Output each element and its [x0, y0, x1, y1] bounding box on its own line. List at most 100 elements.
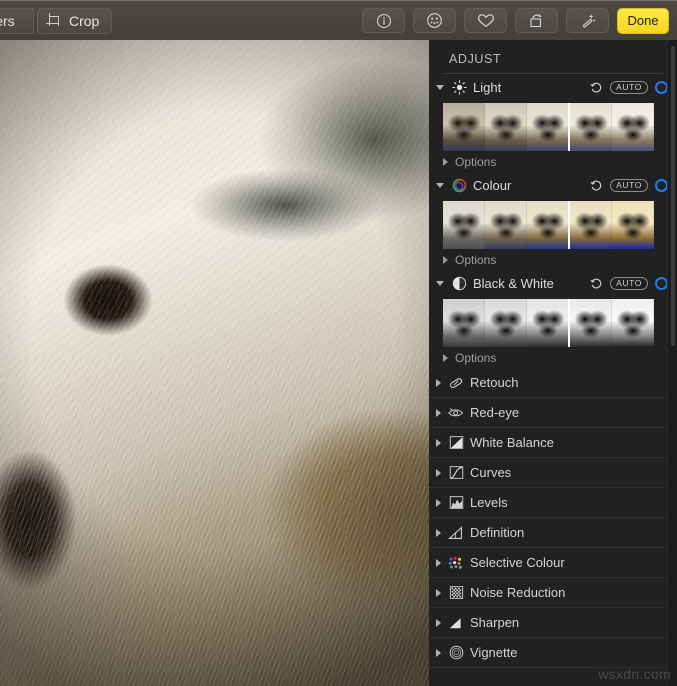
disclosure-triangle-icon[interactable]: [436, 378, 441, 387]
reset-light-button[interactable]: [589, 80, 603, 94]
info-circle-icon: [376, 13, 391, 28]
colour-thumbnail[interactable]: [526, 201, 569, 249]
auto-badge-colour[interactable]: AUTO: [610, 178, 648, 192]
filters-button[interactable]: ters: [0, 7, 34, 34]
section-header-definition[interactable]: Definition: [429, 518, 665, 548]
section-label-light: Light: [473, 79, 502, 95]
done-button[interactable]: Done: [617, 7, 669, 34]
bw-thumbnail[interactable]: [570, 299, 613, 347]
colour-thumbnail[interactable]: [443, 201, 485, 249]
selective-colour-dots-icon: [448, 555, 464, 571]
panel-scrollbar[interactable]: [667, 40, 677, 686]
colour-thumbnail[interactable]: [484, 201, 527, 249]
disclosure-triangle-icon[interactable]: [436, 618, 441, 627]
disclosure-triangle-icon[interactable]: [436, 648, 441, 657]
auto-badge-light[interactable]: AUTO: [610, 80, 648, 94]
colour-thumbnail-strip[interactable]: [443, 201, 654, 249]
levels-icon: [448, 495, 464, 511]
light-thumbnail[interactable]: [526, 103, 569, 151]
section-label-red-eye: Red-eye: [470, 405, 520, 420]
noise-grid-icon: [448, 585, 464, 601]
disclosure-triangle-icon[interactable]: [443, 158, 448, 166]
section-header-light[interactable]: Light AUTO: [429, 74, 677, 100]
section-label-black-and-white: Black & White: [473, 275, 554, 291]
light-thumbnail[interactable]: [570, 103, 613, 151]
section-header-colour[interactable]: Colour AUTO: [429, 172, 677, 198]
faces-circle-icon: [427, 13, 442, 28]
colour-thumbnail[interactable]: [570, 201, 613, 249]
section-header-red-eye[interactable]: Red-eye: [429, 398, 665, 428]
disclosure-triangle-icon[interactable]: [443, 256, 448, 264]
disclosure-triangle-icon[interactable]: [436, 182, 444, 188]
curves-icon: [448, 465, 464, 481]
black-and-white-options-toggle[interactable]: Options: [429, 347, 677, 368]
light-thumbnail[interactable]: [484, 103, 527, 151]
toolbar-left-group: ters Crop: [0, 7, 113, 35]
bw-thumbnail[interactable]: [443, 299, 485, 347]
section-header-levels[interactable]: Levels: [429, 488, 665, 518]
disclosure-triangle-icon[interactable]: [443, 354, 448, 362]
crop-label: Crop: [69, 12, 100, 29]
panel-scrollbar-thumb[interactable]: [671, 46, 675, 346]
light-thumbnail[interactable]: [612, 103, 654, 151]
enhance-button[interactable]: [566, 8, 609, 33]
heart-icon: [477, 14, 494, 27]
section-header-curves[interactable]: Curves: [429, 458, 665, 488]
photo-vignette: [0, 40, 429, 686]
colour-thumbnail[interactable]: [612, 201, 654, 249]
half-circle-contrast-icon: [451, 275, 467, 291]
disclosure-triangle-icon[interactable]: [436, 84, 444, 90]
bandage-icon: [448, 375, 464, 391]
colour-options-label: Options: [455, 253, 497, 267]
section-label-vignette: Vignette: [470, 645, 518, 660]
sharpen-triangle-icon: [448, 615, 464, 631]
disclosure-triangle-icon[interactable]: [436, 438, 441, 447]
filters-label: ters: [0, 12, 15, 29]
section-header-white-balance[interactable]: White Balance: [429, 428, 665, 458]
reset-colour-button[interactable]: [589, 178, 603, 192]
disclosure-triangle-icon[interactable]: [436, 528, 441, 537]
disclosure-triangle-icon[interactable]: [436, 588, 441, 597]
bw-thumbnail[interactable]: [612, 299, 654, 347]
disclosure-triangle-icon[interactable]: [436, 408, 441, 417]
rotate-counterclockwise-icon: [529, 14, 542, 28]
disclosure-triangle-icon[interactable]: [436, 468, 441, 477]
eye-icon: [448, 405, 464, 421]
bw-thumbnail[interactable]: [526, 299, 569, 347]
reset-black-and-white-button[interactable]: [589, 276, 603, 290]
section-label-curves: Curves: [470, 465, 512, 480]
black-and-white-options-label: Options: [455, 351, 497, 365]
toolbar-right-group: Done: [362, 7, 677, 34]
section-controls-black-and-white: AUTO: [589, 276, 677, 290]
light-thumbnail[interactable]: [443, 103, 485, 151]
disclosure-triangle-icon[interactable]: [436, 498, 441, 507]
crop-button[interactable]: Crop: [37, 7, 113, 34]
section-header-sharpen[interactable]: Sharpen: [429, 608, 665, 638]
bw-thumbnail[interactable]: [484, 299, 527, 347]
adjust-panel: ADJUST Light AUTO Options Colour AUTO Op…: [429, 40, 677, 686]
photo-canvas[interactable]: [0, 40, 429, 686]
black-and-white-thumbnail-strip[interactable]: [443, 299, 654, 347]
photo-editor-window: ters Crop: [0, 0, 677, 686]
light-options-toggle[interactable]: Options: [429, 151, 677, 172]
colour-options-toggle[interactable]: Options: [429, 249, 677, 270]
favorite-button[interactable]: [464, 8, 507, 33]
auto-badge-black-and-white[interactable]: AUTO: [610, 276, 648, 290]
section-header-noise-reduction[interactable]: Noise Reduction: [429, 578, 665, 608]
section-header-retouch[interactable]: Retouch: [429, 368, 665, 398]
section-label-definition: Definition: [470, 525, 525, 540]
section-header-vignette[interactable]: Vignette: [429, 638, 665, 668]
section-label-colour: Colour: [473, 177, 512, 193]
rotate-button[interactable]: [515, 8, 558, 33]
faces-button[interactable]: [413, 8, 456, 33]
disclosure-triangle-icon[interactable]: [436, 558, 441, 567]
disclosure-triangle-icon[interactable]: [436, 280, 444, 286]
light-thumbnail-strip[interactable]: [443, 103, 654, 151]
info-button[interactable]: [362, 8, 405, 33]
section-label-selective-colour: Selective Colour: [470, 555, 565, 570]
done-label: Done: [627, 13, 659, 28]
section-header-selective-colour[interactable]: Selective Colour: [429, 548, 665, 578]
section-label-white-balance: White Balance: [470, 435, 554, 450]
panel-title: ADJUST: [449, 52, 502, 66]
section-header-black-and-white[interactable]: Black & White AUTO: [429, 270, 677, 296]
